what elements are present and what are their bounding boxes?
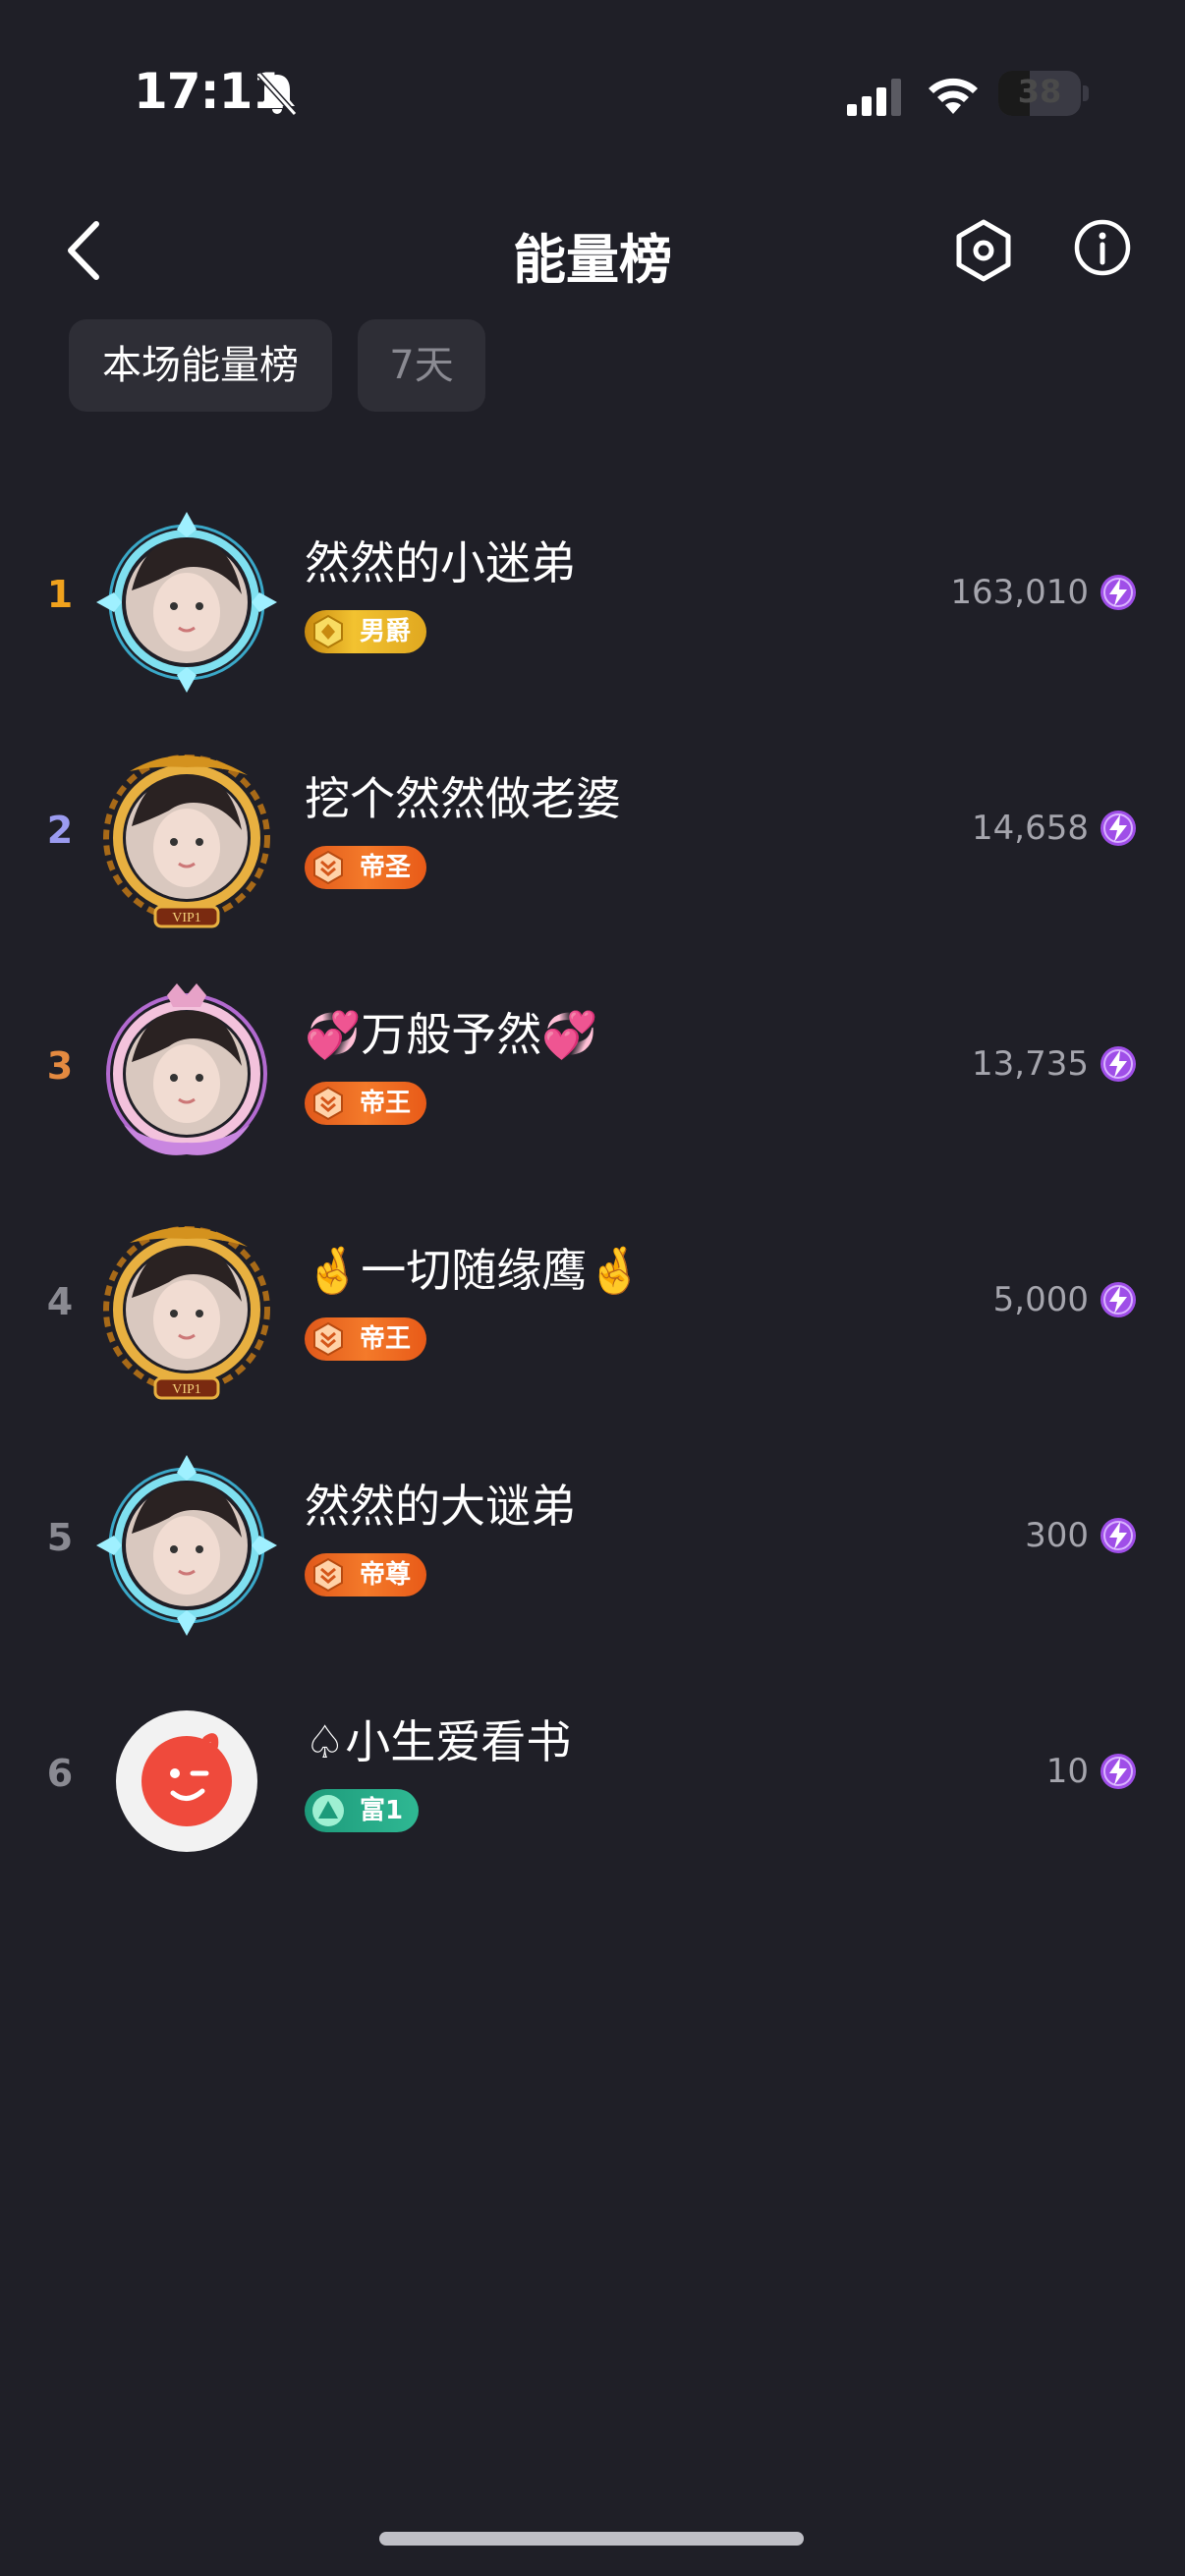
list-item[interactable]: 2 VIP1 挖个然然做老婆帝圣 14,658: [0, 722, 1185, 948]
level-badge: 帝王: [305, 1317, 427, 1361]
level-badge-label: 帝王: [360, 1324, 412, 1354]
energy-lightning-icon: [1100, 1518, 1136, 1553]
user-name: 挖个然然做老婆: [305, 772, 621, 825]
user-name: 💞万般予然💞: [305, 1008, 598, 1061]
energy-lightning-icon: [1100, 1046, 1136, 1082]
level-badge-icon: [313, 850, 343, 885]
list-item[interactable]: 4 VIP1 🤞一切随缘鹰🤞 帝王 5,000: [0, 1194, 1185, 1420]
energy-score: 14,658: [972, 809, 1089, 848]
avatar[interactable]: [90, 1449, 283, 1642]
energy-score: 10: [1045, 1752, 1089, 1791]
settings-hex-icon[interactable]: [951, 218, 1016, 283]
wifi-icon: [929, 78, 978, 114]
level-badge-icon: [313, 1321, 343, 1357]
rank-number: 6: [46, 1752, 74, 1795]
rank-number: 2: [46, 809, 74, 852]
level-badge-label: 男爵: [360, 617, 412, 646]
rank-number: 4: [46, 1280, 74, 1323]
svg-text:VIP1: VIP1: [172, 1382, 201, 1397]
energy-lightning-icon: [1100, 1754, 1136, 1789]
avatar[interactable]: [90, 978, 283, 1170]
level-badge-icon: [313, 1557, 343, 1593]
energy-score: 163,010: [950, 573, 1089, 612]
energy-lightning-icon: [1100, 575, 1136, 610]
user-name: ♤小生爱看书: [305, 1715, 572, 1768]
avatar[interactable]: [90, 506, 283, 699]
level-badge-icon: [313, 614, 343, 649]
tab-current-session[interactable]: 本场能量榜: [69, 319, 332, 412]
level-badge-label: 富1: [360, 1796, 404, 1825]
nav-bar: 能量榜: [0, 196, 1185, 305]
battery-cap: [1083, 85, 1089, 101]
energy-score: 13,735: [972, 1044, 1089, 1084]
battery-icon: 38: [998, 71, 1081, 116]
level-badge: 男爵: [305, 610, 427, 653]
rank-number: 1: [46, 573, 74, 616]
home-indicator[interactable]: [379, 2532, 804, 2546]
info-icon[interactable]: [1073, 218, 1132, 277]
level-badge-icon: [313, 1086, 343, 1121]
avatar[interactable]: VIP1: [90, 1213, 283, 1406]
level-badge-label: 帝王: [360, 1089, 412, 1118]
level-badge-label: 帝圣: [360, 853, 412, 882]
user-name: 然然的大谜弟: [305, 1480, 576, 1533]
energy-score: 300: [1025, 1516, 1089, 1555]
signal-icon: [847, 79, 901, 116]
bell-off-icon: [256, 72, 298, 117]
rank-number: 3: [46, 1044, 74, 1088]
list-item[interactable]: 6 ♤小生爱看书富1 10: [0, 1665, 1185, 1891]
level-badge-label: 帝尊: [360, 1560, 412, 1590]
level-badge: 帝尊: [305, 1553, 427, 1596]
avatar[interactable]: [90, 1685, 283, 1877]
energy-lightning-icon: [1100, 811, 1136, 846]
svg-text:VIP1: VIP1: [172, 911, 201, 925]
battery-percentage: 38: [1017, 73, 1062, 110]
level-badge: 富1: [305, 1789, 420, 1832]
level-badge-icon: [312, 1795, 344, 1826]
list-item[interactable]: 3 💞万般予然💞 帝王 13,735: [0, 958, 1185, 1184]
energy-score: 5,000: [992, 1280, 1089, 1319]
list-item[interactable]: 1 然然的小迷弟男爵 163,010: [0, 486, 1185, 712]
level-badge: 帝王: [305, 1082, 427, 1125]
rank-number: 5: [46, 1516, 74, 1559]
user-name: 🤞一切随缘鹰🤞: [305, 1244, 644, 1297]
energy-lightning-icon: [1100, 1282, 1136, 1317]
list-item[interactable]: 5 然然的大谜弟帝尊 300: [0, 1429, 1185, 1655]
level-badge: 帝圣: [305, 846, 427, 889]
tab-7-days[interactable]: 7天: [358, 319, 485, 412]
user-name: 然然的小迷弟: [305, 536, 576, 589]
status-bar: 17:11 38: [0, 0, 1185, 187]
avatar[interactable]: VIP1: [90, 742, 283, 934]
